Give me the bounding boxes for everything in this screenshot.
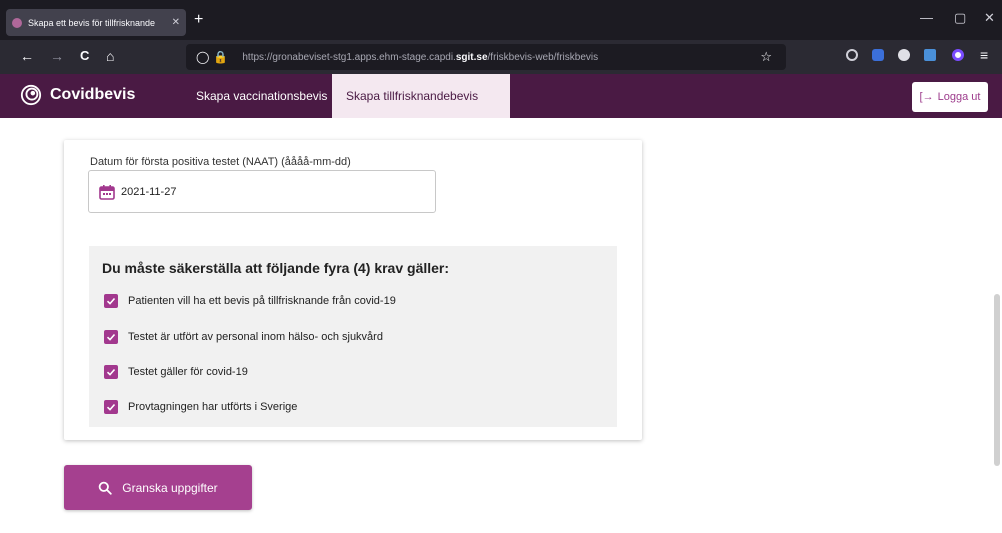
check-icon: [106, 297, 116, 305]
logo[interactable]: Covidbevis: [20, 84, 135, 106]
check-icon: [106, 333, 116, 341]
browser-nav-bar: ← → C ⌂ ◯🔒 https://gronabeviset-stg1.app…: [0, 40, 1002, 74]
check-icon: [106, 403, 116, 411]
nav-skapa-vaccinationsbevis[interactable]: Skapa vaccinationsbevis: [182, 74, 341, 118]
search-icon: [98, 481, 112, 495]
browser-tab[interactable]: Skapa ett bevis för tillfrisknande ✕: [6, 9, 186, 36]
maximize-icon[interactable]: ▢: [954, 10, 966, 26]
checkbox-checked[interactable]: [104, 400, 118, 414]
requirements-box: Du måste säkerställa att följande fyra (…: [89, 246, 617, 427]
bookmark-star-icon[interactable]: ☆: [760, 49, 772, 65]
account-icon[interactable]: [952, 49, 964, 61]
nav-skapa-tillfrisknandebevis[interactable]: Skapa tillfrisknandebevis: [332, 74, 510, 118]
pocket-icon[interactable]: [846, 49, 858, 61]
date-label: Datum för första positiva testet (NAAT) …: [90, 156, 351, 168]
back-icon[interactable]: ←: [20, 48, 34, 64]
minimize-icon[interactable]: —: [920, 10, 933, 25]
review-button-label: Granska uppgifter: [122, 480, 218, 495]
checkbox-checked[interactable]: [104, 294, 118, 308]
new-tab-icon[interactable]: +: [194, 12, 203, 28]
tab-title: Skapa ett bevis för tillfrisknande: [28, 17, 156, 28]
home-icon[interactable]: ⌂: [106, 48, 114, 64]
requirement-label: Patienten vill ha ett bevis på tillfrisk…: [128, 295, 396, 307]
extension-icon-2[interactable]: [898, 49, 910, 61]
forward-icon[interactable]: →: [50, 48, 64, 64]
url-text: https://gronabeviset-stg1.apps.ehm-stage…: [242, 51, 599, 63]
app-header: Covidbevis Skapa vaccinationsbevis Skapa…: [0, 74, 1002, 118]
calendar-icon[interactable]: [99, 184, 115, 200]
date-value: 2021-11-27: [121, 185, 177, 198]
reload-icon[interactable]: C: [80, 48, 89, 64]
covidbevis-logo-icon: [20, 84, 42, 106]
checkbox-checked[interactable]: [104, 365, 118, 379]
logo-text: Covidbevis: [50, 86, 136, 103]
logout-icon: [→: [919, 91, 934, 103]
extension-icon-3[interactable]: [924, 49, 936, 61]
close-window-icon[interactable]: ✕: [984, 10, 995, 26]
scrollbar[interactable]: [994, 294, 1000, 466]
address-bar[interactable]: ◯🔒 https://gronabeviset-stg1.apps.ehm-st…: [186, 44, 786, 70]
requirement-item[interactable]: Testet gäller för covid-19: [104, 365, 248, 379]
requirement-label: Provtagningen har utförts i Sverige: [128, 401, 298, 413]
requirement-item[interactable]: Patienten vill ha ett bevis på tillfrisk…: [104, 294, 396, 308]
requirements-title: Du måste säkerställa att följande fyra (…: [102, 260, 450, 276]
menu-icon[interactable]: ≡: [980, 47, 988, 63]
requirement-label: Testet är utfört av personal inom hälso-…: [128, 331, 383, 343]
requirement-item[interactable]: Provtagningen har utförts i Sverige: [104, 400, 297, 414]
extension-icon[interactable]: [872, 49, 884, 61]
check-icon: [106, 368, 116, 376]
form-card: Datum för första positiva testet (NAAT) …: [64, 140, 642, 440]
browser-tab-bar: Skapa ett bevis för tillfrisknande ✕ + —…: [0, 0, 1002, 40]
requirement-label: Testet gäller för covid-19: [128, 366, 248, 378]
review-button[interactable]: Granska uppgifter: [64, 465, 252, 510]
date-input[interactable]: 2021-11-27: [88, 170, 436, 213]
tab-close-icon[interactable]: ✕: [172, 17, 180, 28]
favicon-icon: [12, 17, 22, 28]
security-lock-icon: ◯🔒: [196, 50, 233, 64]
requirement-item[interactable]: Testet är utfört av personal inom hälso-…: [104, 330, 383, 344]
checkbox-checked[interactable]: [104, 330, 118, 344]
logout-button[interactable]: [→ Logga ut: [912, 82, 988, 112]
